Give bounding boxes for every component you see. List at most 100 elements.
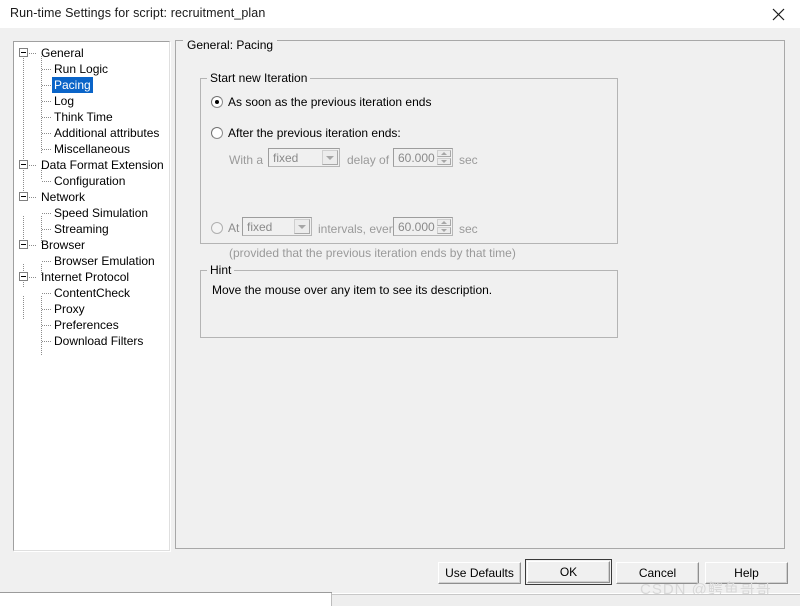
tree-label-pacing: Pacing — [52, 77, 93, 93]
tree-connector — [42, 85, 51, 86]
hint-group-title: Hint — [207, 263, 235, 277]
radio-after-previous-ends[interactable] — [211, 127, 223, 139]
tree-connector — [29, 197, 37, 198]
expander-browser-icon[interactable] — [19, 240, 28, 249]
expander-internet-protocol-icon[interactable] — [19, 272, 28, 281]
interval-type-combo[interactable]: fixed — [242, 217, 312, 236]
tree-label-speed-simulation: Speed Simulation — [54, 206, 149, 220]
tree-item-data-format-extension[interactable]: Data Format Extension — [14, 157, 169, 173]
tree-item-additional-attributes[interactable]: Additional attributes — [14, 125, 169, 141]
tree-item-browser[interactable]: Browser — [14, 237, 169, 253]
delay-sec-label: sec — [459, 153, 478, 167]
tree-item-download-filters[interactable]: Download Filters — [14, 333, 169, 349]
tree-label-download-filters: Download Filters — [54, 334, 144, 348]
tree-label-general: General — [41, 46, 84, 60]
radio-label-as-soon-as-previous-ends: As soon as the previous iteration ends — [228, 95, 432, 109]
tree-connector — [42, 229, 51, 230]
tree-connector — [42, 149, 51, 150]
tree-connector — [29, 53, 37, 54]
hint-text: Move the mouse over any item to see its … — [212, 283, 493, 297]
tree-item-streaming[interactable]: Streaming — [14, 221, 169, 237]
interval-sec-label: sec — [459, 222, 478, 236]
interval-spin-down-button[interactable] — [437, 227, 451, 234]
title-bar: Run-time Settings for script: recruitmen… — [0, 0, 800, 28]
delay-of-label: delay of — [347, 153, 390, 167]
tree-connector — [42, 309, 51, 310]
tree-item-miscellaneous[interactable]: Miscellaneous — [14, 141, 169, 157]
delay-value-spinner[interactable]: 60.000 — [393, 148, 453, 167]
cancel-button[interactable]: Cancel — [616, 562, 699, 584]
interval-value-text: 60.000 — [398, 220, 435, 234]
with-a-label: With a — [229, 153, 264, 167]
tree-connector — [42, 181, 51, 182]
tree-connector — [42, 325, 51, 326]
tree-label-contentcheck: ContentCheck — [54, 286, 131, 300]
desktop-left-band — [0, 595, 331, 606]
tree-connector — [42, 213, 51, 214]
interval-spin-up-button[interactable] — [437, 219, 451, 226]
interval-value-spinner[interactable]: 60.000 — [393, 217, 453, 236]
tree-label-internet-protocol: Internet Protocol — [41, 270, 130, 284]
start-new-iteration-title: Start new Iteration — [207, 71, 311, 85]
tree-connector — [29, 245, 37, 246]
delay-value-text: 60.000 — [398, 151, 435, 165]
tree-item-think-time[interactable]: Think Time — [14, 109, 169, 125]
use-defaults-button[interactable]: Use Defaults — [438, 562, 521, 584]
window-title: Run-time Settings for script: recruitmen… — [10, 6, 266, 20]
tree-item-speed-simulation[interactable]: Speed Simulation — [14, 205, 169, 221]
tree-item-proxy[interactable]: Proxy — [14, 301, 169, 317]
delay-spin-buttons[interactable] — [437, 150, 451, 165]
tree-label-miscellaneous: Miscellaneous — [54, 142, 131, 156]
radio-at-intervals[interactable] — [211, 222, 223, 234]
tree-item-run-logic[interactable]: Run Logic — [14, 61, 169, 77]
delay-type-combo-value: fixed — [273, 151, 299, 165]
interval-type-combo-value: fixed — [247, 220, 273, 234]
tree-item-log[interactable]: Log — [14, 93, 169, 109]
tree-connector — [29, 277, 37, 278]
radio-label-at-intervals: At — [228, 221, 240, 235]
close-button[interactable] — [756, 0, 800, 28]
tree-item-configuration[interactable]: Configuration — [14, 173, 169, 189]
tree-item-network[interactable]: Network — [14, 189, 169, 205]
ok-button[interactable]: OK — [525, 559, 612, 585]
delay-type-combo[interactable]: fixed — [268, 148, 340, 167]
triangle-down-icon — [441, 229, 447, 232]
tree-connector — [29, 165, 37, 166]
delay-spin-down-button[interactable] — [437, 158, 451, 165]
content-panel-title: General: Pacing — [183, 38, 278, 52]
hint-group: Move the mouse over any item to see its … — [200, 270, 618, 338]
expander-general-icon[interactable] — [19, 48, 28, 57]
close-icon — [772, 8, 784, 20]
delay-spin-up-button[interactable] — [437, 150, 451, 157]
tree-connector — [42, 101, 51, 102]
tree-label-network: Network — [41, 190, 86, 204]
tree-item-preferences[interactable]: Preferences — [14, 317, 169, 333]
tree-connector — [42, 341, 51, 342]
dialog-window: Run-time Settings for script: recruitmen… — [0, 0, 800, 593]
tree-connector — [42, 261, 51, 262]
tree-connector — [42, 69, 51, 70]
radio-as-soon-as-previous-ends[interactable] — [211, 96, 223, 108]
interval-spin-buttons[interactable] — [437, 219, 451, 234]
interval-type-combo-button[interactable] — [294, 219, 310, 234]
expander-network-icon[interactable] — [19, 192, 28, 201]
tree-item-general[interactable]: General — [14, 45, 169, 61]
chevron-down-icon — [326, 155, 334, 160]
tree-label-browser-emulation: Browser Emulation — [54, 254, 155, 268]
delay-type-combo-button[interactable] — [322, 150, 338, 165]
tree-label-configuration: Configuration — [54, 174, 126, 188]
help-button[interactable]: Help — [705, 562, 788, 584]
settings-tree[interactable]: General Run Logic Pacing Log Think Time — [13, 41, 170, 551]
tree-connector — [42, 293, 51, 294]
tree-item-internet-protocol[interactable]: Internet Protocol — [14, 269, 169, 285]
tree-label-data-format-extension: Data Format Extension — [41, 158, 164, 172]
tree-item-contentcheck[interactable]: ContentCheck — [14, 285, 169, 301]
tree-item-pacing[interactable]: Pacing — [14, 77, 169, 93]
triangle-up-icon — [441, 152, 447, 155]
interval-note-label: (provided that the previous iteration en… — [229, 246, 516, 260]
window-bottom-divider — [0, 592, 332, 593]
triangle-down-icon — [441, 160, 447, 163]
chevron-down-icon — [298, 224, 306, 229]
expander-data-format-extension-icon[interactable] — [19, 160, 28, 169]
tree-item-browser-emulation[interactable]: Browser Emulation — [14, 253, 169, 269]
